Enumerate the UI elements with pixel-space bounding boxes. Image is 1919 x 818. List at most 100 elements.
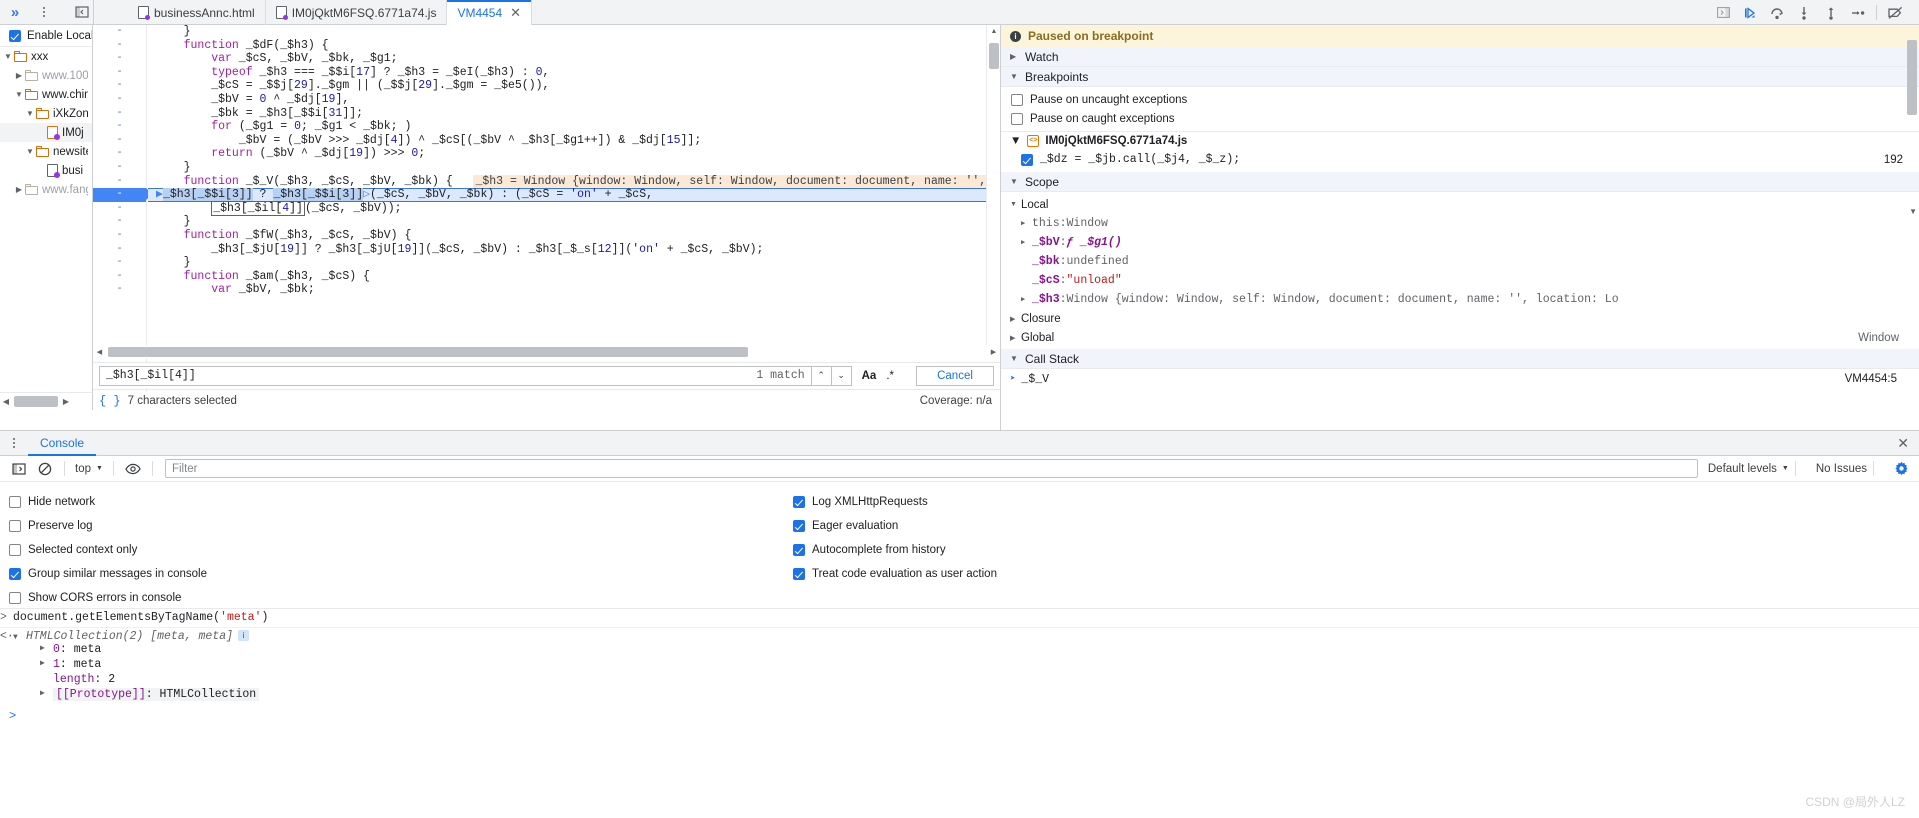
tab-console[interactable]: Console <box>28 431 96 456</box>
code-line[interactable]: var _$bV, _$bk; <box>148 283 1000 297</box>
gutter-line[interactable]: - <box>93 66 146 80</box>
gear-icon[interactable] <box>1894 461 1909 476</box>
checkbox[interactable] <box>793 520 805 532</box>
gutter-line[interactable]: - <box>93 93 146 107</box>
console-setting-show-cors-errors-in-console[interactable]: Show CORS errors in console <box>9 586 207 610</box>
pause-caught-checkbox[interactable] <box>1011 112 1023 125</box>
scope-local-row[interactable]: ▼ Local <box>1001 195 1919 214</box>
gutter-line[interactable]: - <box>93 39 146 53</box>
code-line[interactable]: _$bk = _$h3[_$$i[31]]; <box>148 107 1000 121</box>
gutter-line[interactable]: - <box>93 25 146 39</box>
code-line[interactable]: typeof _$h3 === _$$i[17] ? _$h3 = _$eI(_… <box>148 66 1000 80</box>
checkbox[interactable] <box>9 520 21 532</box>
scope-global-row[interactable]: ▶ Global Window <box>1001 328 1919 347</box>
tree-item-busi[interactable]: ▶ busi <box>0 161 92 180</box>
scroll-right-arrow-icon[interactable]: ▶ <box>60 397 72 406</box>
gutter-line[interactable]: - <box>93 202 146 216</box>
chevron-right-icon[interactable]: ▶ <box>40 643 53 653</box>
code-line[interactable]: function _$dF(_$h3) { <box>148 39 1000 53</box>
code-line[interactable]: _$h3[_$jU[19]] ? _$h3[_$jU[19]](_$cS, _$… <box>148 243 1000 257</box>
gutter-line[interactable]: - <box>93 147 146 161</box>
tree-item-www100[interactable]: ▶ www.100 <box>0 66 92 85</box>
gutter-breakpoint-line[interactable]: - <box>93 188 153 202</box>
gutter-line[interactable]: - <box>93 256 146 270</box>
console-property-row[interactable]: ▶ 0: meta <box>0 643 1919 658</box>
scroll-left-arrow-icon[interactable]: ◀ <box>93 348 106 356</box>
breakpoint-entry-row[interactable]: _$dz = _$jb.call(_$j4, _$_z); 192 <box>1001 150 1919 169</box>
regex-toggle[interactable]: .* <box>886 370 894 382</box>
code-line[interactable]: } <box>148 256 1000 270</box>
chevron-right-icon[interactable]: ▶ <box>13 71 25 80</box>
checkbox[interactable] <box>793 544 805 556</box>
checkbox[interactable] <box>9 592 21 604</box>
chevron-down-icon[interactable]: ▼ <box>13 90 25 99</box>
console-setting-preserve-log[interactable]: Preserve log <box>9 514 207 538</box>
code-line[interactable]: function _$am(_$h3, _$cS) { <box>148 270 1000 284</box>
code-line[interactable]: _$h3[_$il[4]] (_$cS, _$bV)); <box>148 200 1000 216</box>
clear-console-icon[interactable] <box>32 458 58 480</box>
search-cancel-button[interactable]: Cancel <box>916 365 994 386</box>
gutter-line[interactable]: - <box>93 229 146 243</box>
watch-section-header[interactable]: ▶ Watch <box>1001 47 1919 67</box>
gutter-line[interactable]: - <box>93 107 146 121</box>
log-levels-selector[interactable]: Default levels ▼ <box>1708 463 1789 475</box>
navigator-horizontal-scrollbar[interactable]: ◀ ▶ <box>0 392 93 410</box>
code-line[interactable]: _$bV = (_$bV >>> _$dj[4]) ^ _$cS[(_$bV ^… <box>148 134 1000 148</box>
chevron-down-icon[interactable]: ▼ <box>24 109 36 118</box>
console-setting-autocomplete-from-history[interactable]: Autocomplete from history <box>793 538 997 562</box>
scroll-right-arrow-icon[interactable]: ▶ <box>987 348 1000 356</box>
tree-item-xxx[interactable]: ▼ xxx <box>0 47 92 66</box>
checkbox[interactable] <box>9 496 21 508</box>
checkbox[interactable] <box>793 568 805 580</box>
code-line[interactable]: function _$fW(_$h3, _$cS, _$bV) { <box>148 229 1000 243</box>
code-line-executing[interactable]: ▶_$h3[_$$i[3]] ? _$h3[_$$i[3]]▷(_$cS, _$… <box>148 188 1000 202</box>
chevron-right-icon[interactable]: ▶ <box>40 688 53 698</box>
more-panels-chevron-icon[interactable]: » <box>0 0 30 24</box>
step-over-icon[interactable] <box>1763 1 1790 25</box>
tree-item-im0j[interactable]: ▶ IM0j <box>0 123 92 142</box>
scroll-up-arrow-icon[interactable]: ▲ <box>987 25 1001 38</box>
console-filter-input[interactable]: Filter <box>164 459 1698 478</box>
chevron-right-icon[interactable]: ▶ <box>1021 295 1032 304</box>
step-icon[interactable] <box>1844 1 1871 25</box>
code-line[interactable]: return (_$bV ^ _$dj[19]) >>> 0; <box>148 147 1000 161</box>
checkbox[interactable] <box>9 568 21 580</box>
tree-item-ixkzon[interactable]: ▼ iXkZon <box>0 104 92 123</box>
close-drawer-icon[interactable]: ✕ <box>1897 435 1909 452</box>
drawer-menu-kebab-icon[interactable] <box>0 431 28 455</box>
chevron-right-icon[interactable]: ▶ <box>40 658 53 668</box>
gutter-line[interactable]: - <box>93 175 146 189</box>
gutter-line[interactable]: - <box>93 52 146 66</box>
console-setting-eager-evaluation[interactable]: Eager evaluation <box>793 514 997 538</box>
resume-script-execution-icon[interactable] <box>1736 1 1763 25</box>
gutter-line[interactable]: - <box>93 215 146 229</box>
editor-gutter[interactable]: -------------------- <box>93 25 153 392</box>
gutter-line[interactable]: - <box>93 161 146 175</box>
scrollbar-thumb[interactable] <box>108 347 748 357</box>
code-line[interactable]: function _$_V(_$h3, _$cS, _$bV, _$bk) { … <box>148 174 1000 189</box>
search-input[interactable]: _$h3[_$il[4]] 1 match <box>99 365 812 386</box>
step-into-icon[interactable] <box>1790 1 1817 25</box>
console-prompt[interactable]: > <box>0 703 1919 723</box>
chevron-right-icon[interactable]: ▶ <box>35 128 47 137</box>
code-line[interactable]: _$bV = 0 ^ _$dj[19], <box>148 93 1000 107</box>
scroll-left-arrow-icon[interactable]: ◀ <box>0 397 12 406</box>
scope-variable-row[interactable]: ▶ this: Window <box>1001 214 1919 233</box>
console-setting-log-xmlhttprequests[interactable]: Log XMLHttpRequests <box>793 490 997 514</box>
debugger-scrollbar-thumb[interactable] <box>1907 40 1917 115</box>
call-stack-section-header[interactable]: ▼ Call Stack <box>1001 349 1919 369</box>
close-icon[interactable]: ✕ <box>510 6 521 19</box>
gutter-line[interactable]: - <box>93 134 146 148</box>
editor-vertical-scrollbar[interactable]: ▲ <box>986 25 1000 353</box>
pause-uncaught-checkbox[interactable] <box>1011 93 1023 106</box>
chevron-right-icon[interactable]: ▶ <box>1021 219 1032 228</box>
gutter-line[interactable]: - <box>93 79 146 93</box>
scrollbar-thumb[interactable] <box>14 396 58 407</box>
source-tab-js[interactable]: IM0jQktM6FSQ.6771a74.js <box>266 0 448 25</box>
breakpoint-enabled-checkbox[interactable] <box>1021 153 1033 166</box>
code-line[interactable]: } <box>148 215 1000 229</box>
scroll-down-arrow-icon[interactable]: ▼ <box>1909 207 1917 216</box>
live-expression-eye-icon[interactable] <box>120 458 146 480</box>
scope-variable-row[interactable]: ▶ _$bV: ƒ _$g1() <box>1001 233 1919 252</box>
source-tab-vm4454[interactable]: VM4454 ✕ <box>447 0 533 25</box>
